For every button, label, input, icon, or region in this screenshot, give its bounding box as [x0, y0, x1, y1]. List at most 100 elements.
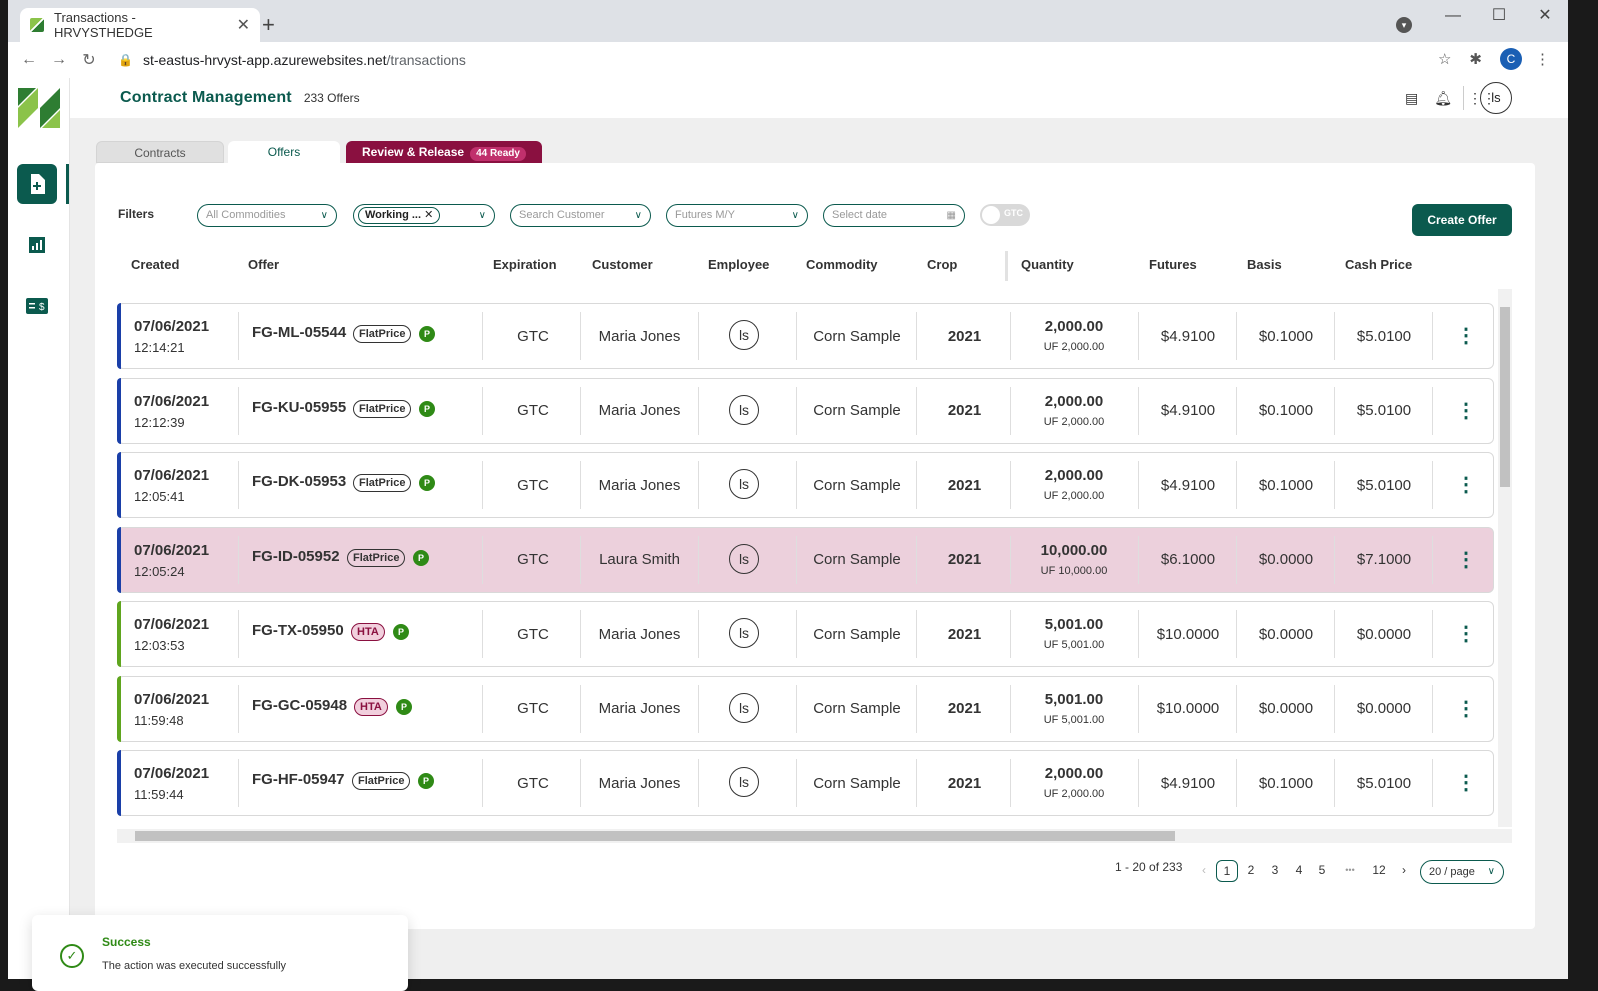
row-actions-menu-icon[interactable]: ⋮ [1456, 550, 1476, 570]
extensions-icon[interactable]: ✱ [1469, 50, 1482, 68]
sidebar-reports-button[interactable] [17, 225, 57, 265]
cell-divider [1432, 535, 1433, 584]
cell-customer: Maria Jones [598, 476, 681, 494]
cell-offer-id[interactable]: FG-KU-05955 [252, 399, 346, 416]
cell-cash-price: $7.1000 [1356, 551, 1412, 568]
cell-created-time: 12:05:24 [134, 563, 185, 579]
futures-month-filter[interactable]: Futures M/Y ∨ [666, 204, 808, 227]
table-row[interactable]: 07/06/2021 12:05:24 FG-ID-05952 FlatPric… [117, 526, 1494, 593]
table-row[interactable]: 07/06/2021 12:14:21 FG-ML-05544 FlatPric… [117, 303, 1494, 369]
vertical-scroll-thumb[interactable] [1500, 307, 1510, 487]
minimize-icon[interactable]: — [1430, 4, 1476, 28]
row-actions-menu-icon[interactable]: ⋮ [1456, 699, 1476, 719]
cell-unfilled-quantity: UF 10,000.00 [1040, 564, 1108, 577]
remove-chip-icon[interactable]: ✕ [424, 209, 433, 221]
column-header-crop[interactable]: Crop [927, 257, 957, 272]
bell-icon[interactable]: 🔔︎ [1434, 90, 1452, 107]
table-row[interactable]: 07/06/2021 12:05:41 FG-DK-05953 FlatPric… [117, 452, 1494, 518]
browser-tab[interactable]: Transactions - HRVYSTHEDGE ✕ [20, 8, 260, 42]
tab-contracts[interactable]: Contracts [96, 141, 224, 163]
forward-icon[interactable]: → [44, 51, 74, 69]
app: $ Contract Management 233 Offers ▤ 🔔︎ ⋮⋮… [8, 78, 1568, 991]
cell-offer-id[interactable]: FG-HF-05947 [252, 771, 345, 788]
address-bar[interactable]: 🔒 st-eastus-hrvyst-app.azurewebsites.net… [118, 46, 1468, 74]
page-2-button[interactable]: 2 [1240, 860, 1262, 882]
column-header-futures[interactable]: Futures [1149, 257, 1197, 272]
cell-cash-price: $5.0100 [1356, 476, 1412, 494]
cell-divider [698, 610, 699, 658]
tab-offers[interactable]: Offers [228, 141, 340, 163]
table-row[interactable]: 07/06/2021 12:03:53 FG-TX-05950 HTA P ls… [117, 601, 1494, 667]
reload-icon[interactable]: ↻ [74, 50, 104, 70]
sidebar-transactions-button[interactable] [17, 164, 57, 204]
table-row[interactable]: 07/06/2021 11:59:48 FG-GC-05948 HTA P ls… [117, 675, 1494, 742]
page-12-button[interactable]: 12 [1368, 860, 1390, 882]
tab-review-release[interactable]: Review & Release 44 Ready [346, 141, 542, 163]
close-tab-icon[interactable]: ✕ [237, 15, 250, 35]
cell-unfilled-quantity: UF 2,000.00 [1043, 490, 1105, 502]
column-header-created[interactable]: Created [131, 257, 179, 272]
cell-divider [1138, 461, 1139, 509]
chevron-down-icon: ∨ [1487, 866, 1495, 877]
cell-divider [482, 610, 483, 658]
column-header-basis[interactable]: Basis [1247, 257, 1282, 272]
horizontal-scroll-thumb[interactable] [135, 831, 1175, 841]
column-header-customer[interactable]: Customer [592, 257, 653, 272]
column-header-cash-price[interactable]: Cash Price [1345, 257, 1412, 272]
page-ellipsis-button[interactable]: ••• [1339, 860, 1361, 882]
back-icon[interactable]: ← [14, 51, 44, 69]
close-window-icon[interactable]: ✕ [1522, 4, 1568, 28]
next-page-icon[interactable]: › [1393, 860, 1415, 882]
table-row[interactable]: 07/06/2021 11:59:44 FG-HF-05947 FlatPric… [117, 750, 1494, 816]
horizontal-scrollbar[interactable] [117, 829, 1512, 843]
cell-quantity: 2,000.00 [1044, 392, 1104, 410]
row-actions-menu-icon[interactable]: ⋮ [1456, 475, 1476, 495]
column-header-quantity[interactable]: Quantity [1021, 257, 1074, 272]
table-row[interactable]: 07/06/2021 12:12:39 FG-KU-05955 FlatPric… [117, 377, 1494, 444]
row-actions-menu-icon[interactable]: ⋮ [1456, 401, 1476, 421]
status-filter[interactable]: Working ... ✕ ∨ [353, 204, 495, 227]
tab-search-icon[interactable]: ▾ [1396, 17, 1412, 33]
page-3-button[interactable]: 3 [1264, 860, 1286, 882]
page-5-button[interactable]: 5 [1311, 860, 1333, 882]
vertical-scrollbar[interactable] [1498, 289, 1512, 827]
cell-divider [1334, 610, 1335, 658]
column-divider [1005, 251, 1008, 281]
cell-offer-id[interactable]: FG-DK-05953 [252, 473, 346, 490]
cell-offer-id[interactable]: FG-ML-05544 [252, 324, 346, 341]
row-actions-menu-icon[interactable]: ⋮ [1456, 326, 1476, 346]
page-1-button[interactable]: 1 [1216, 860, 1238, 882]
commodity-filter[interactable]: All Commodities ∨ [197, 204, 337, 227]
cell-divider [580, 461, 581, 509]
cell-divider [482, 461, 483, 509]
row-status-edge [117, 452, 121, 518]
customer-search[interactable]: Search Customer ∨ [510, 204, 651, 227]
user-avatar[interactable]: ls [1480, 82, 1512, 114]
bookmark-star-icon[interactable]: ☆ [1438, 50, 1451, 68]
column-header-commodity[interactable]: Commodity [806, 257, 878, 272]
column-header-offer[interactable]: Offer [248, 257, 279, 272]
maximize-icon[interactable]: ☐ [1476, 4, 1522, 28]
row-actions-menu-icon[interactable]: ⋮ [1456, 773, 1476, 793]
cell-divider [1334, 535, 1335, 584]
browser-menu-icon[interactable]: ⋮ [1535, 50, 1550, 68]
chat-icon[interactable]: ▤ [1405, 90, 1418, 107]
cell-offer-id[interactable]: FG-GC-05948 [252, 697, 347, 714]
sidebar-pricing-button[interactable]: $ [17, 286, 57, 326]
column-header-expiration[interactable]: Expiration [493, 257, 557, 272]
row-actions-menu-icon[interactable]: ⋮ [1456, 624, 1476, 644]
prev-page-icon[interactable]: ‹ [1193, 860, 1215, 882]
gtc-toggle[interactable]: GTC [980, 204, 1030, 226]
date-picker-placeholder: Select date [832, 209, 888, 221]
profile-avatar[interactable]: C [1500, 48, 1522, 70]
cell-divider [580, 684, 581, 733]
cell-offer-id[interactable]: FG-TX-05950 [252, 622, 344, 639]
cell-customer: Maria Jones [598, 774, 681, 792]
column-header-employee[interactable]: Employee [708, 257, 769, 272]
create-offer-button[interactable]: Create Offer [1412, 204, 1512, 236]
date-picker[interactable]: Select date ▦ [823, 204, 965, 227]
page-4-button[interactable]: 4 [1288, 860, 1310, 882]
page-size-select[interactable]: 20 / page ∨ [1420, 860, 1504, 884]
new-tab-icon[interactable]: + [262, 12, 275, 38]
cell-offer-id[interactable]: FG-ID-05952 [252, 548, 340, 565]
